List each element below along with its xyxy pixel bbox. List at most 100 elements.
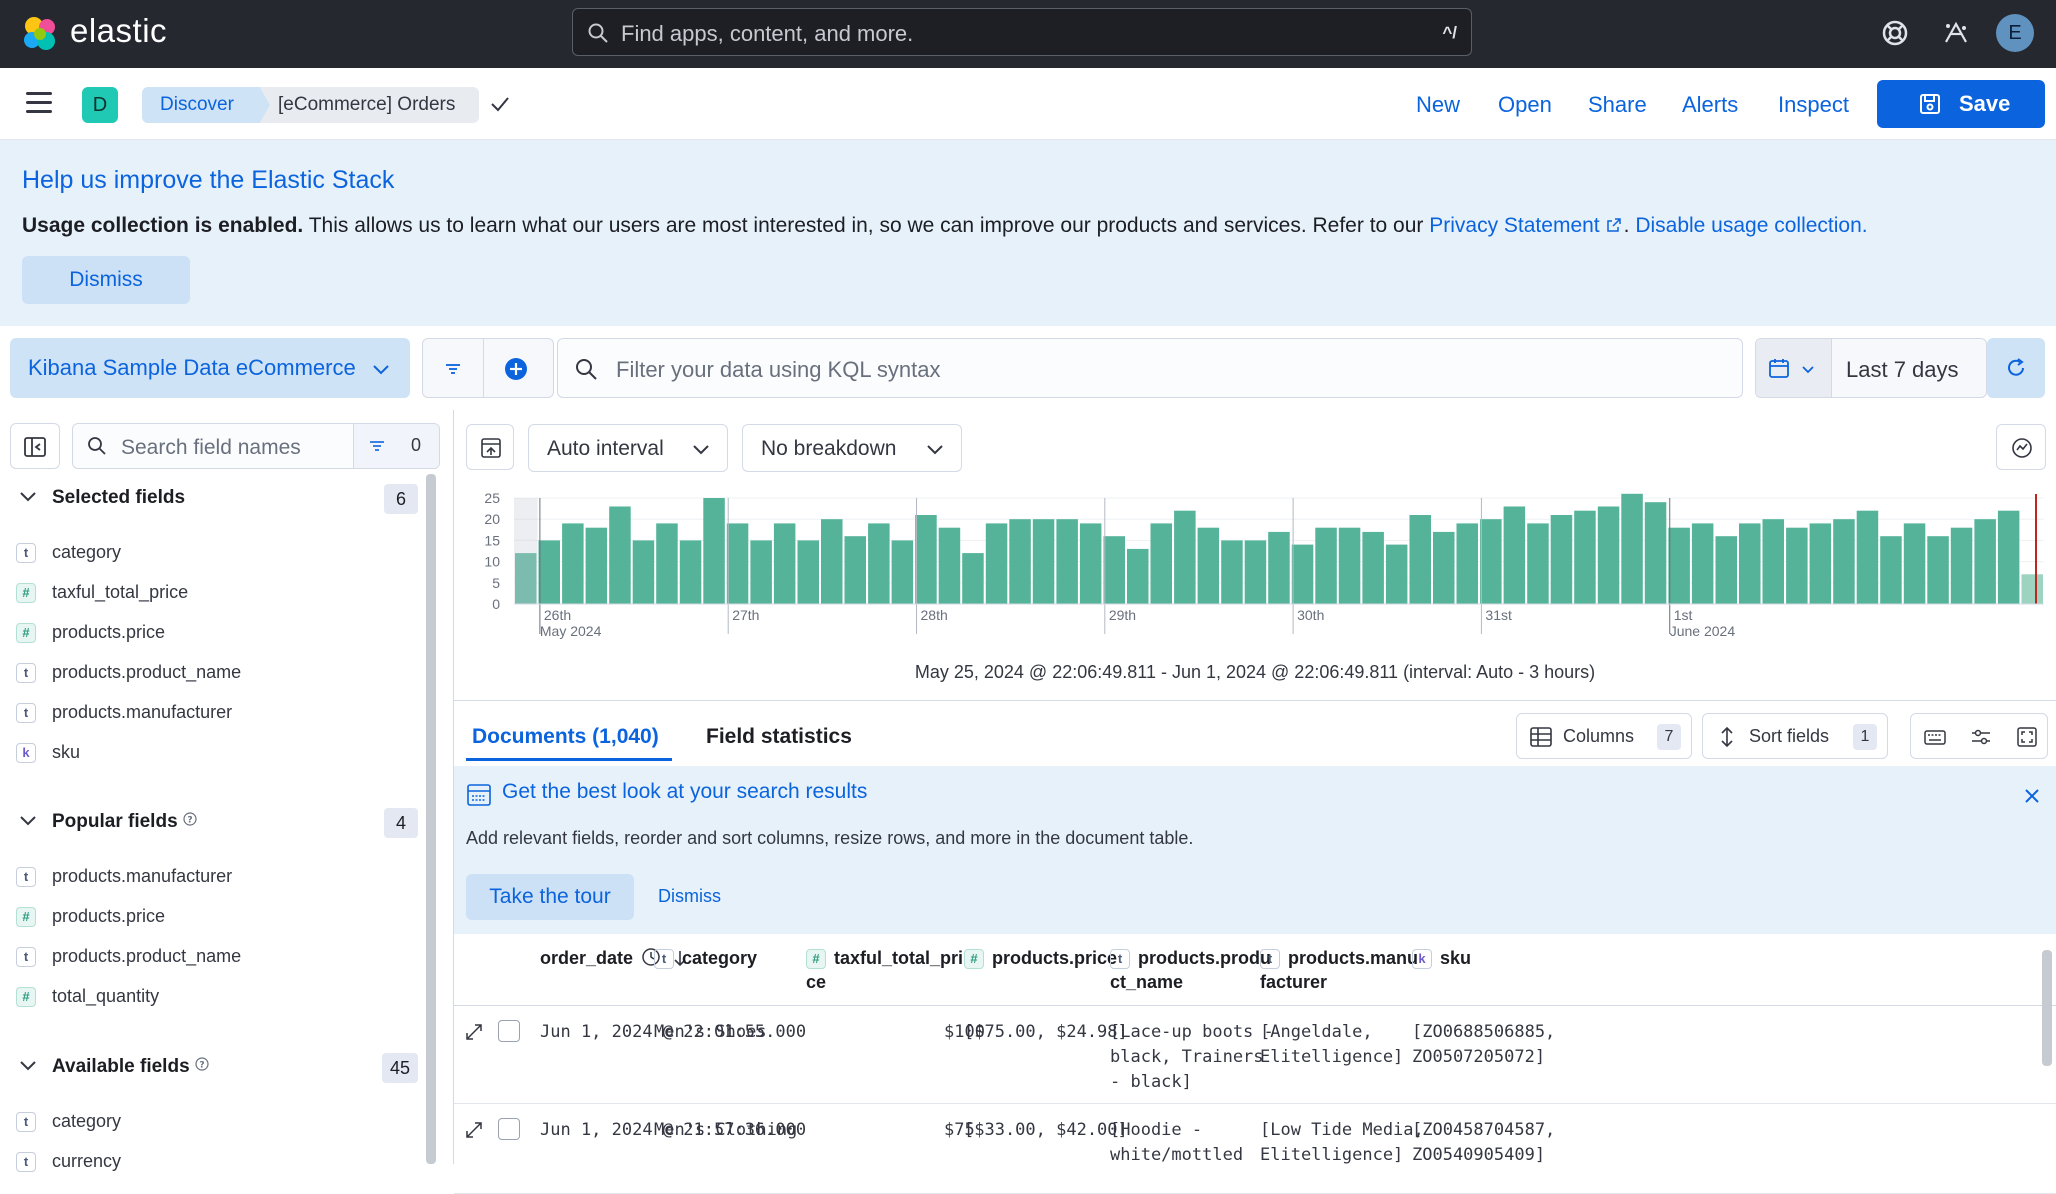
histogram-bar[interactable] [585, 527, 608, 604]
brand-name[interactable]: elastic [70, 12, 167, 50]
histogram-bar[interactable] [1503, 506, 1526, 605]
histogram-bar[interactable] [797, 540, 820, 604]
alerts-link[interactable]: Alerts [1682, 92, 1738, 118]
keyboard-icon[interactable] [1923, 725, 1947, 749]
histogram-bar[interactable] [1174, 510, 1196, 604]
tab-field-statistics[interactable]: Field statistics [706, 725, 852, 749]
histogram-bar[interactable] [1103, 536, 1126, 604]
histogram-bar[interactable] [632, 540, 655, 604]
sort-fields-button[interactable]: Sort fields 1 [1702, 713, 1888, 759]
histogram-bar[interactable] [1880, 536, 1902, 604]
data-view-picker[interactable]: Kibana Sample Data eCommerce [10, 338, 410, 398]
field-type-filter[interactable]: 0 [353, 424, 439, 468]
add-filter-icon[interactable] [503, 356, 529, 382]
histogram-bar[interactable] [1456, 523, 1479, 604]
chart-options-button[interactable] [1996, 424, 2046, 470]
histogram-bar[interactable] [1644, 502, 1667, 604]
field-item[interactable]: t category [14, 1107, 414, 1137]
histogram-bar[interactable] [1974, 519, 1996, 604]
histogram-bar[interactable] [1150, 523, 1173, 604]
histogram-bar[interactable] [1338, 527, 1361, 604]
histogram-bar[interactable] [1597, 506, 1620, 605]
histogram-bar[interactable] [1480, 519, 1502, 604]
tour-dismiss-link[interactable]: Dismiss [658, 886, 721, 907]
histogram-bar[interactable] [1127, 548, 1149, 604]
table-row[interactable]: Jun 1, 2024 @ 21:57:36.000 Men's Clothing… [454, 1104, 2056, 1194]
toggle-chart-button[interactable] [466, 424, 514, 470]
breakdown-select[interactable]: No breakdown [742, 424, 962, 472]
histogram-bar[interactable] [562, 523, 584, 604]
field-item[interactable]: t products.manufacturer [14, 862, 414, 892]
help-icon[interactable] [1878, 16, 1912, 50]
histogram-bar[interactable] [1009, 519, 1031, 604]
histogram-bar[interactable] [1574, 510, 1596, 604]
popular-fields-header[interactable]: Popular fields ? 4 [14, 808, 418, 838]
table-scrollbar[interactable] [2042, 950, 2052, 1066]
global-search-input[interactable]: Find apps, content, and more. ^/ [572, 8, 1472, 56]
refresh-button[interactable] [1987, 338, 2045, 398]
take-tour-button[interactable]: Take the tour [466, 874, 634, 920]
histogram-bar[interactable] [538, 540, 561, 604]
histogram-bar[interactable] [868, 523, 890, 604]
tab-documents[interactable]: Documents (1,040) [472, 725, 659, 749]
histogram-bar[interactable] [891, 540, 914, 604]
histogram-bar[interactable] [1433, 531, 1455, 604]
expand-icon[interactable] [464, 1022, 484, 1042]
histogram-bar[interactable] [609, 506, 631, 605]
histogram-bar[interactable] [1244, 540, 1267, 604]
histogram-bar[interactable] [1268, 531, 1290, 604]
histogram-bar[interactable] [656, 523, 678, 604]
open-link[interactable]: Open [1498, 92, 1552, 118]
histogram-bar[interactable] [750, 540, 772, 604]
collapse-sidebar-button[interactable] [10, 423, 60, 469]
question-icon[interactable]: ? [195, 1057, 209, 1071]
histogram-bar[interactable] [962, 553, 984, 604]
histogram-bar[interactable] [1409, 515, 1432, 604]
field-item[interactable]: # products.price [14, 902, 414, 932]
available-fields-header[interactable]: Available fields ? 45 [14, 1053, 418, 1083]
histogram-bar[interactable] [1997, 510, 2020, 604]
histogram-bar[interactable] [726, 523, 749, 604]
histogram-bar[interactable] [1856, 510, 1879, 604]
user-avatar[interactable]: E [1996, 14, 2034, 52]
histogram-bar[interactable] [2021, 574, 2044, 604]
column-header[interactable]: # taxful_total_pri ce [806, 946, 963, 994]
filter-icon[interactable] [443, 359, 463, 379]
histogram-bar[interactable] [915, 515, 937, 604]
menu-icon[interactable] [26, 92, 52, 114]
interval-select[interactable]: Auto interval [528, 424, 728, 472]
histogram-bar[interactable] [1221, 540, 1243, 604]
news-feed-icon[interactable] [1938, 16, 1972, 50]
space-avatar[interactable]: D [82, 87, 118, 123]
display-settings-icon[interactable] [1969, 725, 1993, 749]
field-item[interactable]: t products.manufacturer [14, 698, 414, 728]
column-header[interactable]: t products.manu facturer [1260, 946, 1418, 994]
field-item[interactable]: t products.product_name [14, 658, 414, 688]
histogram-bar[interactable] [1739, 523, 1761, 604]
callout-dismiss-button[interactable]: Dismiss [22, 256, 190, 304]
disable-usage-link[interactable]: Disable usage collection. [1635, 214, 1867, 237]
histogram-bar[interactable] [1527, 523, 1549, 604]
histogram-bar[interactable] [1927, 536, 1949, 604]
histogram-bar[interactable] [1950, 527, 1973, 604]
field-item[interactable]: t currency [14, 1147, 414, 1177]
histogram-bar[interactable] [703, 498, 725, 604]
field-item[interactable]: # taxful_total_price [14, 578, 414, 608]
row-checkbox[interactable] [498, 1118, 520, 1140]
quick-menu-button[interactable] [1756, 339, 1832, 397]
histogram-bar[interactable] [679, 540, 702, 604]
histogram-bar[interactable] [1621, 493, 1643, 604]
check-icon[interactable] [488, 92, 512, 116]
table-row[interactable]: Jun 1, 2024 @ 22:01:55.000 Men's Shoes $10… [454, 1006, 2056, 1104]
histogram-bar[interactable] [821, 519, 843, 604]
histogram-bar[interactable] [1715, 536, 1738, 604]
histogram-bar[interactable] [1056, 519, 1078, 604]
save-button[interactable]: Save [1877, 80, 2045, 128]
histogram-bar[interactable] [1668, 527, 1690, 604]
histogram-bar[interactable] [1079, 523, 1102, 604]
histogram-bar[interactable] [1362, 531, 1384, 604]
share-link[interactable]: Share [1588, 92, 1647, 118]
histogram-bar[interactable] [1385, 544, 1408, 604]
field-search-input[interactable]: Search field names 0 [72, 423, 440, 469]
privacy-link[interactable]: Privacy Statement [1429, 214, 1599, 237]
